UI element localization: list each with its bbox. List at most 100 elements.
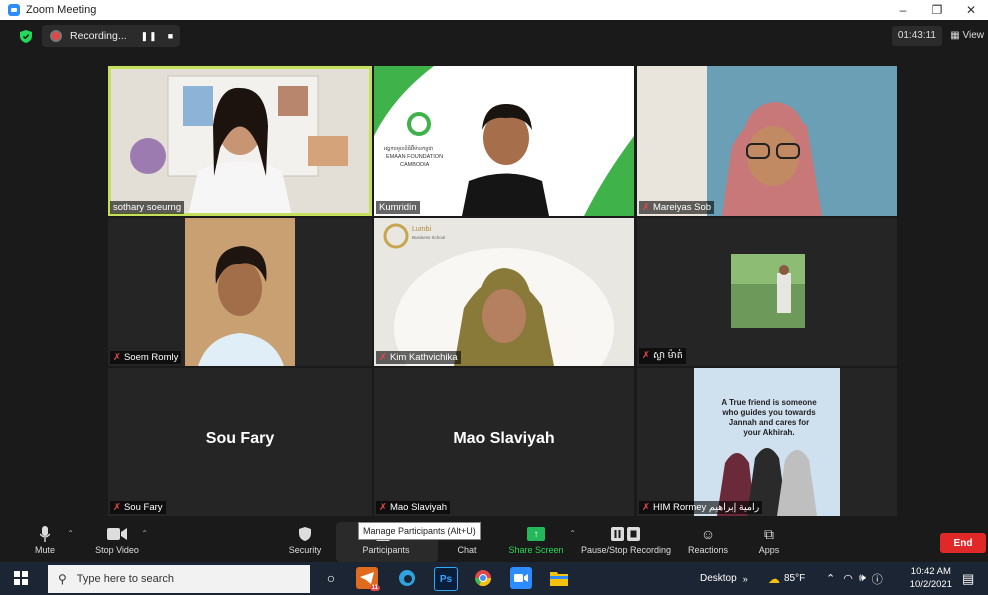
participant-name: ✗ Soem Romly xyxy=(110,351,182,364)
recording-label: Recording... xyxy=(70,30,127,42)
end-meeting-button[interactable]: End xyxy=(940,533,986,553)
meeting-toolbar: ⌃ Mute ⌃ Stop Video Security 1 Participa… xyxy=(0,520,988,562)
chrome-icon[interactable] xyxy=(472,567,494,589)
zoom-logo-icon xyxy=(8,4,20,16)
system-tray[interactable]: ⌃ ◠ 🕪 ⓘ xyxy=(826,562,883,595)
kim-logo-line2: Business School xyxy=(412,235,446,240)
muted-mic-icon: ✗ xyxy=(379,502,387,513)
participant-name: Kumridin xyxy=(376,201,420,214)
apps-button[interactable]: ⧉ Apps xyxy=(756,523,782,556)
pause-stop-recording-button[interactable]: Pause/Stop Recording xyxy=(578,523,674,555)
security-button[interactable]: Security xyxy=(287,523,323,555)
weather-widget[interactable]: ☁ 85°F xyxy=(768,562,805,595)
photoshop-icon[interactable]: Ps xyxy=(434,567,458,591)
muted-mic-icon: ✗ xyxy=(642,350,650,361)
window-title: Zoom Meeting xyxy=(26,4,97,16)
input-method-icon[interactable]: ⓘ xyxy=(872,571,883,587)
video-tile-maoslaviyah[interactable]: Mao Slaviyah ✗ Mao Slaviyah xyxy=(374,368,634,516)
video-tile-sla[interactable]: ✗ ស្លា ម៉ាត់ xyxy=(637,218,897,366)
clock-date: 10/2/2021 xyxy=(909,579,952,590)
window-titlebar: Zoom Meeting – ❐ ✕ xyxy=(0,0,988,20)
kumridin-logo-line2: EMAAN FOUNDATION xyxy=(386,154,444,160)
participant-video-kumridin xyxy=(374,66,634,216)
video-tile-kim[interactable]: Lumbi Business School ✗ Kim Kathvichika xyxy=(374,218,634,366)
chevron-up-icon[interactable]: ⌃ xyxy=(141,529,148,538)
muted-mic-icon: ✗ xyxy=(113,502,121,513)
video-tile-soufary[interactable]: Sou Fary ✗ Sou Fary xyxy=(108,368,372,516)
windows-start-icon[interactable] xyxy=(14,571,28,585)
desktop-label: Desktop xyxy=(700,573,737,584)
double-chevron-icon[interactable]: » xyxy=(743,574,748,584)
windows-taskbar: ⚲ Type here to search ○ 11 Ps Desktop » … xyxy=(0,562,988,595)
reactions-button[interactable]: ☺ Reactions xyxy=(686,523,730,555)
participant-video-mareiyas xyxy=(637,66,897,216)
tray-chevron-icon[interactable]: ⌃ xyxy=(826,572,835,585)
mute-button[interactable]: ⌃ Mute xyxy=(30,523,74,555)
participant-name: ✗ HIM Rormey رامية إبراهيم xyxy=(639,501,763,514)
pause-recording-icon[interactable]: ❚❚ xyxy=(141,31,158,42)
muted-mic-icon: ✗ xyxy=(642,502,650,513)
taskbar-clock[interactable]: 10:42 AM 10/2/2021 xyxy=(910,565,952,591)
encryption-shield-icon[interactable] xyxy=(20,30,32,43)
volume-icon[interactable]: 🕪 xyxy=(859,572,866,585)
participant-photo-himrormey xyxy=(637,368,897,516)
share-screen-label: Share Screen xyxy=(508,545,564,555)
network-icon[interactable]: ◠ xyxy=(843,572,853,585)
video-tile-soem[interactable]: ✗ Soem Romly xyxy=(108,218,372,366)
muted-mic-icon: ✗ xyxy=(113,352,121,363)
participant-name: ✗ Sou Fary xyxy=(110,501,166,514)
grid-icon: ▦ xyxy=(950,30,963,41)
recording-indicator[interactable]: Recording... ❚❚ ■ xyxy=(42,25,180,47)
desktop-toolbar[interactable]: Desktop » xyxy=(700,562,748,595)
chevron-up-icon[interactable]: ⌃ xyxy=(67,529,74,538)
participant-video-kim xyxy=(374,218,634,366)
cortana-icon[interactable]: ○ xyxy=(320,567,342,589)
share-screen-button[interactable]: ↑ ⌃ Share Screen xyxy=(506,523,576,555)
participant-display-name: Sou Fary xyxy=(205,430,275,447)
video-tile-kumridin[interactable]: អង្គការមូលនិធិអ៊ីម៉ានកម្ពុជា EMAAN FOUND… xyxy=(374,66,634,216)
apps-label: Apps xyxy=(758,545,780,555)
chevron-up-icon[interactable]: ⌃ xyxy=(569,529,576,538)
share-screen-icon: ↑ xyxy=(506,523,566,545)
meeting-topbar: Recording... ❚❚ ■ 01:43:11 ▦ View xyxy=(0,20,988,52)
edge-icon[interactable] xyxy=(396,567,418,589)
stop-video-button[interactable]: ⌃ Stop Video xyxy=(92,523,148,555)
muted-mic-icon: ✗ xyxy=(379,352,387,363)
video-tile-sothary[interactable]: sothary soeurng xyxy=(108,66,372,216)
reactions-label: Reactions xyxy=(687,545,729,555)
telegram-icon[interactable]: 11 xyxy=(356,567,380,591)
minimize-button[interactable]: – xyxy=(886,0,920,20)
mute-label: Mute xyxy=(34,545,55,555)
weather-temp: 85°F xyxy=(784,573,806,584)
taskbar-search-box[interactable]: ⚲ Type here to search xyxy=(48,565,310,593)
participant-video-sothary xyxy=(108,66,372,216)
video-tile-himrormey[interactable]: A True friend is someone who guides you … xyxy=(637,368,897,516)
chat-label: Chat xyxy=(457,545,477,555)
zoom-taskbar-icon[interactable] xyxy=(510,567,532,589)
video-tile-mareiyas[interactable]: ✗ Mareiyas Sob xyxy=(637,66,897,216)
search-placeholder: Type here to search xyxy=(76,573,175,585)
stop-recording-icon[interactable]: ■ xyxy=(168,31,174,41)
participant-photo-sla xyxy=(637,218,897,366)
smiley-icon: ☺ xyxy=(700,526,716,542)
restore-button[interactable]: ❐ xyxy=(920,0,954,20)
participant-video-soem xyxy=(108,218,372,366)
stop-video-label: Stop Video xyxy=(95,545,139,555)
participants-tooltip: Manage Participants (Alt+U) xyxy=(358,522,481,540)
close-button[interactable]: ✕ xyxy=(954,0,988,20)
weather-icon: ☁ xyxy=(768,571,780,586)
clock-time: 10:42 AM xyxy=(910,566,951,577)
view-button[interactable]: ▦ View xyxy=(950,26,984,46)
pause-stop-recording-label: Pause/Stop Recording xyxy=(580,545,672,555)
notification-icon[interactable]: ▤ xyxy=(962,562,974,595)
meeting-timer: 01:43:11 xyxy=(891,26,942,46)
kim-logo-line1: Lumbi xyxy=(412,226,432,233)
pause-stop-icon xyxy=(578,523,674,545)
kumridin-logo-line1: អង្គការមូលនិធិអ៊ីម៉ានកម្ពុជា xyxy=(384,146,434,152)
security-label: Security xyxy=(288,545,322,555)
participants-label: Participants xyxy=(362,545,410,555)
meeting-area: Recording... ❚❚ ■ 01:43:11 ▦ View sothar… xyxy=(0,20,988,520)
microphone-icon xyxy=(30,523,60,545)
file-explorer-icon[interactable] xyxy=(548,567,570,589)
participant-display-name: Mao Slaviyah xyxy=(453,430,555,447)
